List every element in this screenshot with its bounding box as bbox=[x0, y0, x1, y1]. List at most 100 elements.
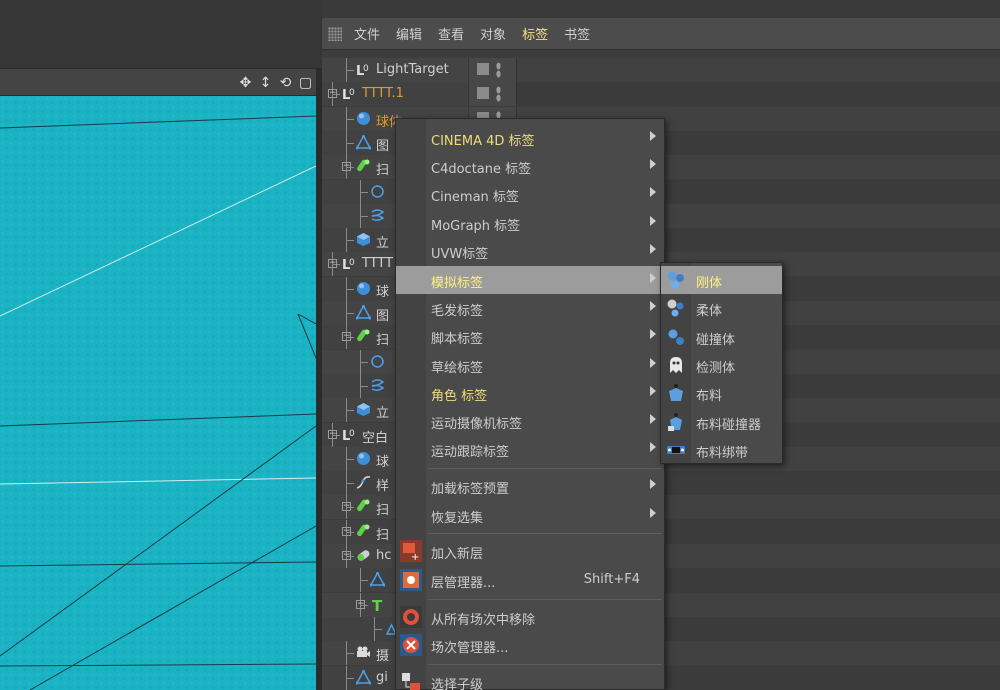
context-menu-item[interactable]: 模拟标签 bbox=[396, 266, 664, 294]
menu-item-label: 选择子级 bbox=[431, 678, 484, 690]
context-menu-item[interactable]: Cineman 标签 bbox=[396, 180, 664, 208]
context-menu-item[interactable]: 运动跟踪标签 bbox=[396, 435, 664, 463]
context-menu-item[interactable]: 加载标签预置 bbox=[396, 472, 664, 500]
expander-icon[interactable]: − bbox=[342, 162, 351, 172]
object-flags-cell[interactable] bbox=[468, 82, 516, 107]
menu-objects[interactable]: 对象 bbox=[480, 24, 506, 43]
submenu-item-label: 刚体 bbox=[696, 276, 723, 291]
object-name-cell[interactable]: − L 0 TTTT.1 bbox=[322, 82, 468, 107]
context-menu-item[interactable]: 毛发标签 bbox=[396, 294, 664, 322]
submenu-item[interactable]: 布料 bbox=[661, 379, 782, 407]
layer-flag-icon[interactable] bbox=[477, 63, 489, 75]
tree-branch bbox=[346, 118, 354, 120]
object-row[interactable]: − L 0 TTTT.1 bbox=[322, 82, 1000, 107]
submenu-arrow-icon bbox=[650, 329, 656, 339]
expander-icon[interactable]: − bbox=[342, 502, 351, 512]
expander-icon[interactable]: − bbox=[342, 332, 351, 342]
submenu-item-label: 布料碰撞器 bbox=[696, 417, 762, 433]
tree-branch bbox=[374, 628, 382, 630]
submenu-item-label: 布料绑带 bbox=[696, 445, 749, 461]
context-menu-item[interactable]: MoGraph 标签 bbox=[396, 209, 664, 237]
menu-edit[interactable]: 编辑 bbox=[396, 24, 422, 43]
expander-icon[interactable]: − bbox=[356, 599, 365, 609]
expander-icon[interactable]: − bbox=[342, 551, 351, 560]
menu-view[interactable]: 查看 bbox=[438, 24, 464, 43]
object-manager-menubar: 文件 编辑 查看 对象 标签 书签 bbox=[322, 18, 1000, 50]
menu-item-label: 加入新层 bbox=[431, 547, 484, 562]
context-menu-item[interactable]: + 加入新层 bbox=[396, 537, 664, 565]
context-menu-item[interactable]: 运动摄像机标签 bbox=[396, 407, 664, 435]
menu-item-label: 加载标签预置 bbox=[431, 482, 510, 497]
menu-item-label: 恢复选集 bbox=[431, 511, 484, 526]
submenu-arrow-icon bbox=[650, 358, 656, 368]
context-menu-item[interactable]: 草绘标签 bbox=[396, 351, 664, 379]
polygon-icon bbox=[355, 134, 372, 150]
submenu-item[interactable]: 布料碰撞器 bbox=[661, 408, 782, 436]
submenu-arrow-icon bbox=[650, 159, 656, 169]
circle-spline-icon bbox=[370, 184, 385, 199]
menu-tags[interactable]: 标签 bbox=[522, 24, 548, 43]
context-menu-item[interactable]: 角色 标签 bbox=[396, 379, 664, 407]
rotate-view-icon[interactable]: ⟲ bbox=[277, 74, 294, 91]
menu-item-label: C4doctane 标签 bbox=[431, 162, 532, 177]
object-label: 球 bbox=[376, 284, 390, 300]
object-name-cell[interactable]: L 0 LightTarget bbox=[322, 58, 468, 82]
helix-spline-icon bbox=[370, 378, 385, 393]
expander-icon[interactable]: − bbox=[328, 259, 337, 269]
tree-branch bbox=[360, 215, 368, 217]
menu-item-label: 层管理器... bbox=[431, 576, 496, 591]
context-menu-item[interactable]: 选择子级 bbox=[396, 668, 664, 690]
context-menu-item[interactable]: UVW标签 bbox=[396, 237, 664, 265]
expander-icon[interactable]: − bbox=[342, 526, 351, 536]
submenu-item-label: 柔体 bbox=[696, 304, 723, 320]
visibility-dots-icon[interactable] bbox=[496, 86, 501, 103]
sweep-icon bbox=[356, 329, 371, 344]
context-menu-item[interactable]: CINEMA 4D 标签 bbox=[396, 124, 664, 152]
context-menu-item[interactable]: 层管理器... Shift+F4 bbox=[396, 566, 664, 594]
submenu-item[interactable]: 检测体 bbox=[661, 351, 782, 379]
menu-bookmarks[interactable]: 书签 bbox=[564, 24, 590, 43]
context-menu-item[interactable]: C4doctane 标签 bbox=[396, 152, 664, 180]
context-menu-item[interactable]: 恢复选集 bbox=[396, 501, 664, 529]
layer-flag-icon[interactable] bbox=[477, 87, 489, 100]
vertical-move-icon[interactable]: ↕ bbox=[257, 74, 274, 91]
grip-icon[interactable] bbox=[328, 26, 342, 41]
submenu-arrow-icon bbox=[650, 442, 656, 452]
submenu-item[interactable]: 柔体 bbox=[661, 294, 782, 322]
object-label: 扫 bbox=[376, 163, 390, 179]
expander-icon[interactable]: − bbox=[328, 429, 337, 439]
submenu-item[interactable]: 布料绑带 bbox=[661, 436, 782, 464]
object-tags-cell[interactable] bbox=[516, 58, 1000, 82]
add-layer-icon: + bbox=[400, 540, 422, 563]
menu-file[interactable]: 文件 bbox=[354, 24, 380, 43]
submenu-item-label: 碰撞体 bbox=[696, 332, 736, 348]
layer-manager-icon bbox=[400, 569, 422, 591]
object-tags-cell[interactable] bbox=[516, 82, 1000, 107]
object-label: 样 bbox=[376, 479, 390, 495]
menu-separator bbox=[428, 468, 662, 469]
visibility-dots-icon[interactable] bbox=[496, 62, 501, 78]
expander-icon[interactable]: − bbox=[328, 89, 337, 99]
move-view-icon[interactable]: ✥ bbox=[237, 74, 254, 91]
context-menu-item[interactable]: 脚本标签 bbox=[396, 322, 664, 350]
tree-branch bbox=[360, 361, 368, 363]
maximize-view-icon[interactable]: ▢ bbox=[297, 74, 314, 91]
object-flags-cell[interactable] bbox=[468, 58, 516, 82]
spline-icon bbox=[356, 475, 371, 490]
tree-branch bbox=[346, 677, 354, 679]
context-menu-item[interactable]: 从所有场次中移除 bbox=[396, 603, 664, 631]
context-menu-item[interactable]: 场次管理器... bbox=[396, 631, 664, 659]
menu-item-label: 脚本标签 bbox=[431, 332, 484, 347]
soft-body-icon bbox=[666, 298, 686, 318]
object-label: 图 bbox=[376, 309, 390, 324]
sweep-icon bbox=[356, 524, 371, 539]
svg-text:0: 0 bbox=[349, 429, 355, 439]
object-row[interactable]: L 0 LightTarget bbox=[322, 58, 1000, 82]
submenu-item[interactable]: 刚体 bbox=[661, 266, 782, 294]
submenu-item-label: 检测体 bbox=[696, 360, 736, 376]
menu-item-label: 运动摄像机标签 bbox=[431, 417, 523, 432]
3d-viewport[interactable] bbox=[0, 96, 316, 690]
ghost-icon bbox=[666, 355, 686, 375]
submenu-item[interactable]: 碰撞体 bbox=[661, 323, 782, 351]
submenu-item-label: 布料 bbox=[696, 389, 723, 405]
